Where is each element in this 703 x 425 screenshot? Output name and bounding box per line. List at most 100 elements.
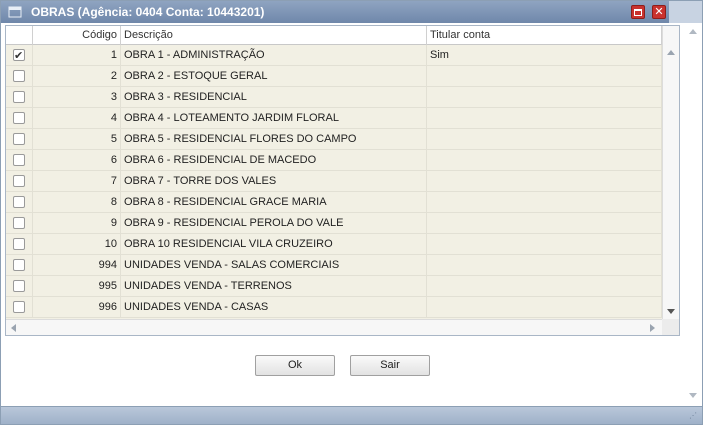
descricao-cell: OBRA 3 - RESIDENCIAL [121, 87, 427, 107]
codigo-cell: 7 [33, 171, 121, 191]
table-row[interactable]: 5 OBRA 5 - RESIDENCIAL FLORES DO CAMPO [6, 129, 662, 150]
row-checkbox[interactable] [13, 301, 25, 313]
window-icon [8, 6, 22, 18]
table-row[interactable]: 6 OBRA 6 - RESIDENCIAL DE MACEDO [6, 150, 662, 171]
row-select-cell [6, 255, 33, 275]
row-select-cell [6, 87, 33, 107]
descricao-cell: OBRA 9 - RESIDENCIAL PEROLA DO VALE [121, 213, 427, 233]
table-row[interactable]: 8 OBRA 8 - RESIDENCIAL GRACE MARIA [6, 192, 662, 213]
row-checkbox[interactable] [13, 238, 25, 250]
titular-cell [427, 255, 662, 275]
resize-grip-icon[interactable]: ⋰ [689, 412, 699, 422]
row-select-cell [6, 234, 33, 254]
header-codigo[interactable]: Código [33, 26, 121, 45]
titular-cell [427, 150, 662, 170]
grid-vertical-scrollbar[interactable] [662, 26, 679, 319]
table-row[interactable]: 4 OBRA 4 - LOTEAMENTO JARDIM FLORAL [6, 108, 662, 129]
row-select-cell [6, 129, 33, 149]
scroll-up-icon[interactable] [689, 29, 697, 34]
codigo-cell: 8 [33, 192, 121, 212]
codigo-cell: 3 [33, 87, 121, 107]
grid-rows: 1OBRA 1 - ADMINISTRAÇÃOSim2OBRA 2 - ESTO… [6, 45, 662, 319]
row-checkbox[interactable] [13, 46, 25, 66]
titular-cell [427, 276, 662, 296]
descricao-cell: OBRA 4 - LOTEAMENTO JARDIM FLORAL [121, 108, 427, 128]
row-checkbox[interactable] [13, 217, 25, 229]
titular-cell: Sim [427, 45, 662, 65]
descricao-cell: OBRA 5 - RESIDENCIAL FLORES DO CAMPO [121, 129, 427, 149]
table-row[interactable]: 996 UNIDADES VENDA - CASAS [6, 297, 662, 318]
table-row[interactable]: 7 OBRA 7 - TORRE DOS VALES [6, 171, 662, 192]
table-row[interactable]: 10 OBRA 10 RESIDENCIAL VILA CRUZEIRO [6, 234, 662, 255]
header-titular[interactable]: Titular conta [427, 26, 662, 45]
titular-cell [427, 234, 662, 254]
scroll-right-icon[interactable] [650, 324, 655, 332]
close-button[interactable]: ✕ [652, 5, 666, 19]
row-select-cell [6, 297, 33, 317]
title-bar[interactable]: OBRAS (Agência: 0404 Conta: 10443201) ✕ [1, 1, 702, 23]
table-row[interactable]: 9 OBRA 9 - RESIDENCIAL PEROLA DO VALE [6, 213, 662, 234]
grid-header: Código Descrição Titular conta [6, 26, 662, 45]
row-select-cell [6, 171, 33, 191]
codigo-cell: 4 [33, 108, 121, 128]
row-select-cell [6, 276, 33, 296]
descricao-cell: UNIDADES VENDA - TERRENOS [121, 276, 427, 296]
scroll-down-icon[interactable] [689, 393, 697, 398]
row-checkbox[interactable] [13, 70, 25, 82]
row-select-cell [6, 108, 33, 128]
descricao-cell: UNIDADES VENDA - CASAS [121, 297, 427, 317]
scroll-down-icon[interactable] [667, 309, 675, 314]
row-checkbox[interactable] [13, 91, 25, 103]
descricao-cell: OBRA 10 RESIDENCIAL VILA CRUZEIRO [121, 234, 427, 254]
ok-button[interactable]: Ok [255, 355, 335, 376]
table-row[interactable]: 994 UNIDADES VENDA - SALAS COMERCIAIS [6, 255, 662, 276]
row-checkbox[interactable] [13, 259, 25, 271]
dialog-vertical-scrollbar[interactable] [685, 25, 701, 404]
scroll-up-icon[interactable] [667, 50, 675, 55]
row-select-cell [6, 150, 33, 170]
titular-cell [427, 108, 662, 128]
titular-cell [427, 171, 662, 191]
header-select[interactable] [6, 26, 33, 45]
maximize-button[interactable] [631, 5, 645, 19]
table-row[interactable]: 1OBRA 1 - ADMINISTRAÇÃOSim [6, 45, 662, 66]
descricao-cell: UNIDADES VENDA - SALAS COMERCIAIS [121, 255, 427, 275]
titular-cell [427, 213, 662, 233]
row-select-cell [6, 213, 33, 233]
codigo-cell: 9 [33, 213, 121, 233]
descricao-cell: OBRA 6 - RESIDENCIAL DE MACEDO [121, 150, 427, 170]
header-descricao[interactable]: Descrição [121, 26, 427, 45]
row-select-cell [6, 66, 33, 86]
titular-cell [427, 192, 662, 212]
row-select-cell [6, 192, 33, 212]
row-checkbox[interactable] [13, 196, 25, 208]
titular-cell [427, 297, 662, 317]
grid-horizontal-scrollbar[interactable] [6, 319, 662, 335]
table-row[interactable]: 3 OBRA 3 - RESIDENCIAL [6, 87, 662, 108]
status-bar: ⋰ [1, 406, 702, 424]
obras-grid: Código Descrição Titular conta 1OBRA 1 -… [5, 25, 680, 336]
codigo-cell: 2 [33, 66, 121, 86]
window-title: OBRAS (Agência: 0404 Conta: 10443201) [31, 5, 265, 19]
row-checkbox[interactable] [13, 280, 25, 292]
row-select-cell [6, 45, 33, 66]
descricao-cell: OBRA 2 - ESTOQUE GERAL [121, 66, 427, 86]
codigo-cell: 995 [33, 276, 121, 296]
titular-cell [427, 66, 662, 86]
table-row[interactable]: 995 UNIDADES VENDA - TERRENOS [6, 276, 662, 297]
table-row[interactable]: 2 OBRA 2 - ESTOQUE GERAL [6, 66, 662, 87]
row-checkbox[interactable] [13, 154, 25, 166]
sair-button[interactable]: Sair [350, 355, 430, 376]
obras-dialog: OBRAS (Agência: 0404 Conta: 10443201) ✕ … [0, 0, 703, 425]
titular-cell [427, 129, 662, 149]
codigo-cell: 10 [33, 234, 121, 254]
descricao-cell: OBRA 8 - RESIDENCIAL GRACE MARIA [121, 192, 427, 212]
descricao-cell: OBRA 7 - TORRE DOS VALES [121, 171, 427, 191]
row-checkbox[interactable] [13, 112, 25, 124]
close-icon: ✕ [654, 5, 664, 18]
row-checkbox[interactable] [13, 133, 25, 145]
row-checkbox[interactable] [13, 175, 25, 187]
maximize-icon [634, 8, 642, 16]
codigo-cell: 6 [33, 150, 121, 170]
scroll-left-icon[interactable] [11, 324, 16, 332]
